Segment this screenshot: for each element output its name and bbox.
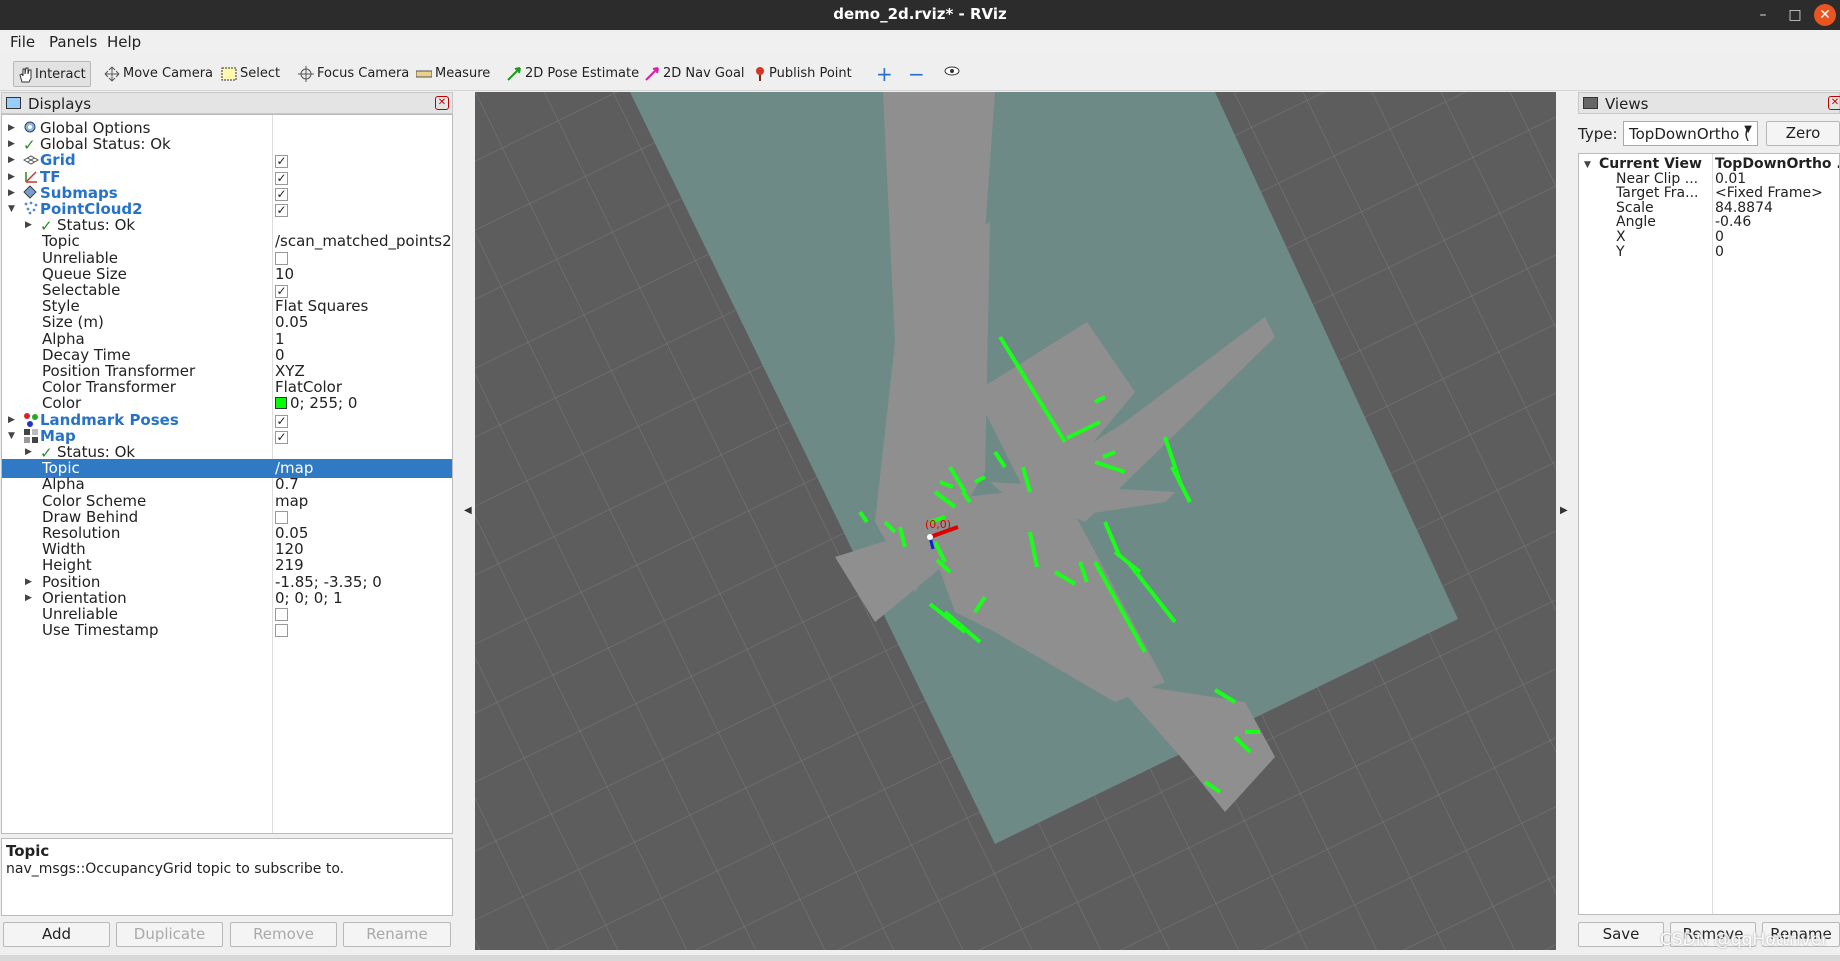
- window-title: demo_2d.rviz* - RViz: [833, 5, 1007, 23]
- collapse-right-icon[interactable]: ▶: [1560, 505, 1568, 516]
- menu-panels[interactable]: Panels: [49, 33, 97, 51]
- status-bar: [0, 955, 1840, 961]
- expand-right-icon[interactable]: ▶: [8, 172, 15, 182]
- displays-tree: ▶ Global Options ▶ ✓ Global Status: Ok ▶ Grid ✓…: [1, 114, 453, 834]
- remove-tool-icon[interactable]: −: [904, 61, 929, 87]
- save-view-button[interactable]: Save: [1578, 922, 1664, 947]
- pin-icon: [756, 66, 764, 81]
- hand-icon: [19, 67, 32, 82]
- expand-right-icon[interactable]: ▶: [25, 593, 32, 603]
- map-scene: (0,0): [475, 92, 1556, 950]
- tool-bar: Interact Move Camera Select Focus Camera…: [0, 55, 1840, 91]
- expand-right-icon[interactable]: ▶: [8, 155, 15, 165]
- checkbox[interactable]: ✓: [275, 430, 288, 444]
- view-row-value: 0: [1715, 243, 1724, 260]
- menu-help[interactable]: Help: [107, 33, 141, 51]
- checkbox[interactable]: ✓: [275, 285, 288, 298]
- watermark: CSDN @qqHottriver: [1660, 930, 1829, 950]
- close-panel-icon[interactable]: ✕: [435, 96, 449, 110]
- checkbox[interactable]: [275, 624, 288, 638]
- expand-right-icon[interactable]: ▶: [25, 447, 32, 457]
- view-row-label: Scale: [1616, 199, 1654, 216]
- ruler-icon: [416, 70, 432, 77]
- expand-right-icon[interactable]: ▶: [8, 139, 15, 149]
- interact-button[interactable]: Interact: [13, 61, 91, 87]
- checkbox[interactable]: [275, 251, 288, 265]
- view-row-value: 0.01: [1715, 170, 1747, 187]
- view-row-label: Y: [1616, 243, 1625, 260]
- title-bar: demo_2d.rviz* - RViz – □ ✕: [0, 0, 1840, 30]
- expand-down-icon[interactable]: ▼: [8, 204, 15, 214]
- expand-down-icon[interactable]: ▼: [1584, 160, 1591, 170]
- chevron-down-icon: ▼: [1744, 124, 1752, 135]
- expand-right-icon[interactable]: ▶: [8, 415, 15, 425]
- expand-right-icon[interactable]: ▶: [8, 123, 15, 133]
- remove-button[interactable]: Remove: [230, 922, 337, 947]
- checkbox[interactable]: [275, 510, 288, 524]
- checkbox[interactable]: ✓: [275, 171, 288, 185]
- view-row-label: Near Clip ...: [1616, 170, 1699, 187]
- monitor-icon: [6, 97, 21, 109]
- minimize-icon[interactable]: –: [1752, 4, 1774, 26]
- view-row-value: 84.8874: [1715, 199, 1773, 216]
- camera-icon: [1583, 97, 1598, 109]
- checkbox[interactable]: ✓: [275, 204, 288, 217]
- color-swatch[interactable]: [275, 397, 287, 410]
- focus-icon: [298, 65, 314, 82]
- collapse-left-icon[interactable]: ◀: [464, 505, 472, 516]
- checkbox[interactable]: ✓: [275, 414, 288, 428]
- select-icon: [221, 67, 237, 80]
- displays-header: Displays ✕: [1, 92, 453, 114]
- view-type-label: Type:: [1578, 125, 1618, 143]
- description-title: Topic: [6, 842, 50, 860]
- checkbox[interactable]: ✓: [275, 187, 288, 201]
- display-row-use-timestamp[interactable]: Use Timestamp: [2, 621, 452, 640]
- views-tree: ▼ Current View TopDownOrtho ... Near Clip .…: [1578, 153, 1840, 915]
- expand-right-icon[interactable]: ▶: [25, 220, 32, 230]
- view-row-label: Target Fra...: [1616, 185, 1699, 202]
- view-row-label: X: [1616, 229, 1626, 245]
- publish-point-button[interactable]: Publish Point: [750, 61, 856, 87]
- eye-icon[interactable]: [940, 61, 964, 87]
- focus-camera-button[interactable]: Focus Camera: [294, 61, 413, 87]
- close-views-icon[interactable]: ✕: [1828, 96, 1840, 110]
- view-row-label: Angle: [1616, 214, 1656, 231]
- move-camera-button[interactable]: Move Camera: [100, 61, 217, 87]
- views-header: Views ✕: [1578, 92, 1840, 114]
- nav-goal-button[interactable]: 2D Nav Goal: [640, 61, 749, 87]
- view-row-value: 0: [1715, 229, 1724, 245]
- expand-right-icon[interactable]: ▶: [25, 577, 32, 587]
- description-text: nav_msgs::OccupancyGrid topic to subscri…: [6, 861, 345, 877]
- measure-button[interactable]: Measure: [412, 61, 494, 87]
- move-icon: [104, 66, 120, 81]
- tf-frame-label: (0,0): [925, 518, 951, 531]
- add-button[interactable]: Add: [3, 922, 110, 947]
- rename-button[interactable]: Rename: [343, 922, 451, 947]
- checkbox[interactable]: ✓: [275, 155, 288, 169]
- view-row-y[interactable]: Y0: [1579, 243, 1839, 261]
- pink-arrow-icon: [645, 66, 659, 81]
- select-button[interactable]: Select: [217, 61, 284, 87]
- checkbox[interactable]: [275, 608, 288, 621]
- duplicate-button[interactable]: Duplicate: [116, 922, 223, 947]
- row-label: Use Timestamp: [42, 621, 159, 640]
- add-tool-icon[interactable]: +: [872, 61, 897, 87]
- green-arrow-icon: [507, 66, 521, 81]
- expand-right-icon[interactable]: ▶: [8, 188, 15, 198]
- pose-estimate-button[interactable]: 2D Pose Estimate: [502, 61, 643, 87]
- expand-down-icon[interactable]: ▼: [8, 431, 15, 441]
- close-icon[interactable]: ✕: [1814, 4, 1836, 26]
- row-value[interactable]: [275, 621, 288, 641]
- property-description: Topic nav_msgs::OccupancyGrid topic to s…: [1, 838, 453, 916]
- view-row-value: TopDownOrtho ...: [1715, 156, 1840, 172]
- zero-button[interactable]: Zero: [1766, 121, 1840, 146]
- view-row-value: <Fixed Frame>: [1715, 185, 1823, 202]
- render-viewport[interactable]: (0,0): [475, 92, 1556, 950]
- view-type-select[interactable]: TopDownOrtho ( ▼: [1623, 121, 1758, 146]
- view-row-label: Current View: [1599, 156, 1702, 172]
- menu-bar: File Panels Help: [0, 30, 1840, 54]
- menu-file[interactable]: File: [10, 33, 35, 51]
- maximize-icon[interactable]: □: [1784, 4, 1806, 26]
- view-row-value: -0.46: [1715, 214, 1752, 231]
